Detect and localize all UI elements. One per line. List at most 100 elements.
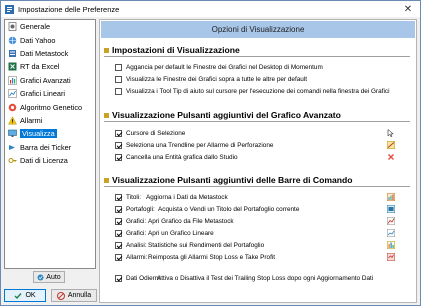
- checkbox[interactable]: [115, 241, 122, 249]
- option-row[interactable]: Visualizza le Finestre dei Grafici sopra…: [115, 74, 307, 84]
- section-title-label: Visualizzazione Pulsanti aggiuntivi dell…: [112, 175, 353, 185]
- checkbox[interactable]: [115, 193, 122, 201]
- panel-header: Opzioni di Visualizzazione: [101, 21, 415, 38]
- sidebar-item-label: Dati Yahoo: [20, 35, 56, 45]
- option-row[interactable]: Titoli: Aggiorna i Dati da Metastock: [115, 192, 228, 202]
- app-icon: [5, 4, 14, 14]
- cancel-button[interactable]: Annulla: [51, 289, 97, 302]
- checkbox[interactable]: [115, 253, 122, 261]
- close-icon: ✕: [403, 3, 413, 15]
- option-row[interactable]: Visualizza i Tool Tip di aiuto sul curso…: [115, 86, 390, 96]
- preferences-window: Impostazione delle Preferenze ✕ Generale…: [0, 0, 421, 306]
- option-label: Aggancia per default le Finestre dei Gra…: [126, 63, 323, 71]
- excel-icon: [8, 62, 17, 71]
- line-chart-icon: [387, 229, 395, 237]
- close-button[interactable]: ✕: [396, 1, 420, 17]
- sidebar-item-rt-da-excel[interactable]: RT da Excel: [5, 60, 95, 73]
- option-key: Portafogli:: [126, 205, 155, 213]
- option-row[interactable]: Cursore di Selezione: [115, 128, 185, 138]
- cancel-icon: [56, 291, 65, 300]
- sidebar-item-visualizza[interactable]: Visualizza: [5, 127, 95, 140]
- option-label: Apri un Grafico Lineare: [148, 229, 214, 237]
- sidebar-item-barra-dei-ticker[interactable]: Barra dei Ticker: [5, 141, 95, 154]
- sidebar-item-allarmi[interactable]: Allarmi: [5, 114, 95, 127]
- auto-button[interactable]: Auto: [33, 271, 65, 283]
- globe-icon: [8, 36, 17, 45]
- option-row[interactable]: Dati Odierni: Attiva o Disattiva il Test…: [115, 273, 373, 283]
- option-key: Analisi:: [126, 241, 147, 249]
- section-title: Visualizzazione Pulsanti aggiuntivi del …: [104, 110, 341, 120]
- checkbox[interactable]: [115, 153, 122, 161]
- stats-icon: [387, 241, 395, 249]
- trendline-alarm-icon: [387, 141, 395, 149]
- section-display-settings: Impostazioni di Visualizzazione: [104, 45, 410, 57]
- sidebar-item-label: Grafici Lineari: [20, 89, 66, 99]
- sidebar-item-generale[interactable]: Generale: [5, 20, 95, 33]
- sidebar-item-dati-yahoo[interactable]: Dati Yahoo: [5, 33, 95, 46]
- open-chart-icon: [387, 217, 395, 225]
- option-label: Attiva o Disattiva il Test dei Trailing …: [157, 274, 374, 282]
- auto-label: Auto: [46, 273, 61, 281]
- option-label: Cancella una Entità grafica dallo Studio: [126, 153, 238, 161]
- checkbox[interactable]: [115, 141, 122, 149]
- section-divider: [104, 186, 410, 187]
- sidebar-item-label: Grafici Avanzati: [20, 75, 71, 85]
- checkbox[interactable]: [115, 229, 122, 237]
- options-panel: Opzioni di Visualizzazione Impostazioni …: [99, 19, 417, 303]
- section-title-label: Visualizzazione Pulsanti aggiuntivi del …: [112, 110, 341, 120]
- section-divider: [104, 56, 410, 57]
- option-label: Visualizza le Finestre dei Grafici sopra…: [126, 75, 308, 83]
- option-label: Apri Grafico da File Metastock: [148, 217, 234, 225]
- checkbox[interactable]: [115, 75, 122, 83]
- option-key: Grafici:: [126, 217, 147, 225]
- section-title-label: Impostazioni di Visualizzazione: [112, 45, 240, 55]
- option-row[interactable]: Seleziona una Trendline per Allarme di P…: [115, 140, 273, 150]
- section-advanced-chart-buttons: Visualizzazione Pulsanti aggiuntivi del …: [104, 110, 410, 122]
- checkbox[interactable]: [115, 205, 122, 213]
- section-command-bar-buttons: Visualizzazione Pulsanti aggiuntivi dell…: [104, 175, 410, 187]
- gear-page-icon: [8, 22, 17, 32]
- sidebar-item-label: Allarmi: [20, 115, 43, 125]
- warning-icon: [8, 116, 17, 125]
- option-label: Reimposta gli Allarmi Stop Loss e Take P…: [148, 253, 276, 261]
- sidebar-item-label: RT da Excel: [20, 62, 60, 72]
- option-row[interactable]: Portafogli: Acquista o Vendi un Titolo d…: [115, 204, 299, 214]
- window-title: Impostazione delle Preferenze: [18, 4, 120, 14]
- option-label: Acquista o Vendi un Titolo del Portafogl…: [158, 205, 300, 213]
- database-icon: [8, 49, 17, 58]
- checkbox[interactable]: [115, 217, 122, 225]
- cursor-icon: [387, 129, 394, 137]
- sidebar-item-dati-metastock[interactable]: Dati Metastock: [5, 47, 95, 60]
- option-row[interactable]: Cancella una Entità grafica dallo Studio: [115, 152, 238, 162]
- option-row[interactable]: Aggancia per default le Finestre dei Gra…: [115, 62, 323, 72]
- option-label: Aggiorna i Dati da Metastock: [146, 193, 228, 201]
- option-label: Seleziona una Trendline per Allarme di P…: [126, 141, 274, 149]
- checkbox[interactable]: [115, 129, 122, 137]
- option-label: Visualizza i Tool Tip di aiuto sul curso…: [126, 87, 390, 95]
- option-key: Titoli:: [126, 193, 142, 201]
- sidebar-item-grafici-avanzati[interactable]: Grafici Avanzati: [5, 74, 95, 87]
- auto-icon: [37, 274, 44, 280]
- ok-button[interactable]: OK: [4, 289, 46, 302]
- dna-icon: [8, 103, 17, 112]
- sidebar-item-dati-di-licenza[interactable]: Dati di Licenza: [5, 154, 95, 167]
- checkbox[interactable]: [115, 63, 122, 71]
- option-row[interactable]: Analisi: Statistiche sui Rendimenti del …: [115, 240, 264, 250]
- option-key: Dati Odierni:: [126, 274, 162, 282]
- checkbox[interactable]: [115, 87, 122, 95]
- sidebar-item-grafici-lineari[interactable]: Grafici Lineari: [5, 87, 95, 100]
- section-title: Impostazioni di Visualizzazione: [104, 45, 240, 55]
- option-label: Statistiche sui Rendimenti del Portafogl…: [148, 241, 265, 249]
- option-row[interactable]: Allarmi: Reimposta gli Allarmi Stop Loss…: [115, 252, 275, 262]
- section-divider: [104, 121, 410, 122]
- option-row[interactable]: Grafici: Apri Grafico da File Metastock: [115, 216, 234, 226]
- arrow-icon: [8, 143, 17, 152]
- checkbox[interactable]: [115, 274, 122, 282]
- section-title: Visualizzazione Pulsanti aggiuntivi dell…: [104, 175, 353, 185]
- option-key: Grafici:: [126, 229, 147, 237]
- sidebar-item-algoritmo-genetico[interactable]: Algoritmo Genetico: [5, 100, 95, 113]
- option-row[interactable]: Grafici: Apri un Grafico Lineare: [115, 228, 214, 238]
- key-icon: [8, 156, 17, 165]
- sidebar-item-label: Dati Metastock: [20, 48, 69, 58]
- sidebar-item-label: Generale: [20, 22, 51, 32]
